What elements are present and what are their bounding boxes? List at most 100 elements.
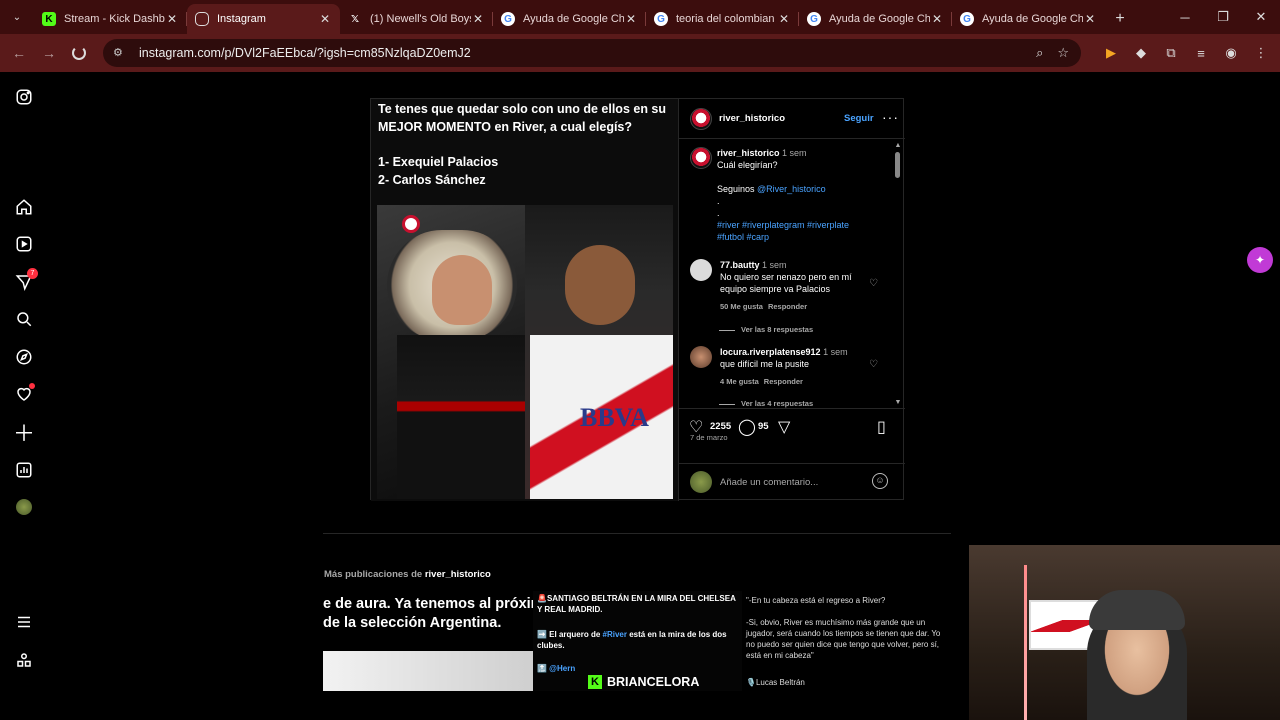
- save-bookmark-icon[interactable]: ▯: [877, 417, 886, 437]
- post-thumbnail[interactable]: "-En tu cabeza está el regreso a River? …: [742, 591, 951, 691]
- like-comment-heart-icon[interactable]: ♡: [869, 278, 878, 289]
- comments-scrollbar[interactable]: ▲ ▼: [894, 140, 902, 408]
- tab-google-1[interactable]: G Ayuda de Google Ch ✕: [493, 4, 646, 34]
- kick-username: BRIANCELORA: [607, 675, 700, 689]
- more-posts-heading: Más publicaciones de river_historico: [324, 569, 491, 580]
- comment-likes[interactable]: 4 Me gusta: [720, 377, 759, 386]
- restore-icon[interactable]: ❐: [1204, 0, 1242, 34]
- more-options-icon[interactable]: ···: [882, 109, 899, 125]
- close-tab-icon[interactable]: ✕: [624, 12, 638, 26]
- zoom-icon[interactable]: ⌕: [1036, 45, 1043, 61]
- notification-dot: [29, 383, 35, 389]
- like-comment-heart-icon[interactable]: ♡: [869, 359, 878, 370]
- share-icon[interactable]: ▽: [778, 417, 790, 437]
- close-window-icon[interactable]: ✕: [1242, 0, 1280, 34]
- instagram-logo-icon[interactable]: [14, 87, 34, 107]
- instagram-sidebar: 7 ＋: [0, 72, 48, 720]
- loading-icon[interactable]: [64, 38, 94, 68]
- reply-button[interactable]: Responder: [764, 377, 803, 386]
- post-dialog: Te tenes que quedar solo con uno de ello…: [370, 98, 905, 501]
- puzzle-icon[interactable]: ⧉: [1162, 44, 1180, 62]
- comment-avatar[interactable]: [690, 259, 712, 281]
- thumbnail-line: e de aura. Ya tenemos al próxim: [323, 596, 533, 612]
- instagram-icon: [195, 12, 209, 26]
- author-avatar[interactable]: [690, 108, 712, 130]
- close-tab-icon[interactable]: ✕: [1083, 12, 1097, 26]
- close-tab-icon[interactable]: ✕: [471, 12, 485, 26]
- thumbnail-line: 🔝 @Hern: [537, 664, 576, 673]
- tab-title: Ayuda de Google Ch: [523, 13, 624, 25]
- play-extension-icon[interactable]: ▶: [1102, 44, 1120, 62]
- comment-avatar[interactable]: [690, 346, 712, 368]
- scrollbar-thumb[interactable]: [895, 152, 900, 178]
- tab-google-3[interactable]: G Ayuda de Google Ch ✕: [799, 4, 952, 34]
- tab-title: (1) Newell's Old Boys: [370, 13, 471, 25]
- back-icon[interactable]: ←: [4, 38, 34, 68]
- notification-badge: 7: [27, 268, 38, 279]
- more-posts-username[interactable]: river_historico: [425, 569, 491, 580]
- new-tab-button[interactable]: +: [1105, 4, 1135, 34]
- extension-icon[interactable]: ◆: [1132, 44, 1150, 62]
- likes-count[interactable]: 2255: [710, 421, 731, 432]
- menu-dots-icon[interactable]: ⋮: [1252, 44, 1270, 62]
- caption-mention-link[interactable]: @River_historico: [757, 184, 826, 194]
- caption-hashtags[interactable]: #river #riverplategram #riverplate: [717, 219, 905, 231]
- follow-button[interactable]: Seguir: [844, 113, 874, 124]
- view-replies-link[interactable]: Ver las 8 respuestas: [719, 325, 813, 334]
- floating-extension-icon[interactable]: ✦: [1247, 247, 1273, 273]
- url-text: instagram.com/p/DVl2FaEEbca/?igsh=cm85Nz…: [139, 46, 471, 60]
- explore-icon[interactable]: [14, 347, 34, 367]
- dashboard-icon[interactable]: [14, 460, 34, 480]
- emoji-icon[interactable]: ☺: [872, 473, 888, 489]
- post-date: 7 de marzo: [690, 433, 728, 442]
- close-tab-icon[interactable]: ✕: [930, 12, 944, 26]
- comment-username[interactable]: 77.bautty: [720, 260, 760, 270]
- close-tab-icon[interactable]: ✕: [777, 12, 791, 26]
- search-icon[interactable]: [14, 309, 34, 329]
- menu-hamburger-icon[interactable]: [14, 612, 34, 632]
- tab-instagram[interactable]: Instagram ✕: [187, 4, 340, 34]
- tab-kick[interactable]: K Stream - Kick Dashb ✕: [34, 4, 187, 34]
- view-replies-link[interactable]: Ver las 4 respuestas: [719, 399, 813, 408]
- comments-panel: river_historico Seguir ··· river_histori…: [679, 99, 905, 501]
- tab-google-2[interactable]: G teoria del colombian ✕: [646, 4, 799, 34]
- kick-overlay: K BRIANCELORA: [588, 675, 699, 689]
- home-icon[interactable]: [14, 197, 34, 217]
- thumbnail-text: ➡️ El arquero de: [537, 630, 603, 639]
- comment-username[interactable]: locura.riverplatense912: [720, 347, 821, 357]
- notifications-heart-icon[interactable]: [14, 383, 35, 404]
- create-plus-icon[interactable]: ＋: [13, 421, 35, 446]
- comment-likes[interactable]: 50 Me gusta: [720, 302, 763, 311]
- reply-button[interactable]: Responder: [768, 302, 807, 311]
- profile-avatar[interactable]: [14, 497, 34, 517]
- tab-google-4[interactable]: G Ayuda de Google Ch ✕: [952, 4, 1105, 34]
- caption: river_historico 1 sem Cuál elegirían? Se…: [717, 147, 905, 243]
- bookmark-star-icon[interactable]: ☆: [1057, 45, 1069, 61]
- scroll-down-arrow-icon[interactable]: ▼: [894, 399, 902, 406]
- profile-icon[interactable]: ◉: [1222, 44, 1240, 62]
- close-tab-icon[interactable]: ✕: [165, 12, 179, 26]
- comment-text: No quiero ser nenazo pero en mí equipo s…: [720, 272, 852, 294]
- minimize-icon[interactable]: ─: [1166, 0, 1204, 34]
- post-thumbnail[interactable]: e de aura. Ya tenemos al próxim de la sel…: [323, 591, 533, 691]
- add-comment-input[interactable]: Añade un comentario...: [720, 477, 818, 488]
- messages-icon[interactable]: 7: [14, 268, 38, 292]
- close-tab-icon[interactable]: ✕: [318, 12, 332, 26]
- address-bar[interactable]: ⚙ instagram.com/p/DVl2FaEEbca/?igsh=cm85…: [103, 39, 1081, 67]
- reels-icon[interactable]: [14, 234, 34, 254]
- scroll-up-arrow-icon[interactable]: ▲: [894, 142, 902, 149]
- caption-avatar[interactable]: [690, 147, 712, 169]
- threads-apps-icon[interactable]: [14, 650, 34, 670]
- tab-x[interactable]: 𝕏 (1) Newell's Old Boys ✕: [340, 4, 493, 34]
- comment-icon[interactable]: ◯: [738, 417, 756, 437]
- author-username[interactable]: river_historico: [719, 113, 785, 124]
- media-icon[interactable]: ≡: [1192, 44, 1210, 62]
- instagram-page: 7 ＋ Te tenes que quedar solo con uno de …: [0, 72, 1280, 720]
- tab-search-chevron-icon[interactable]: ⌄: [0, 0, 34, 34]
- thumbnail-image: [323, 651, 533, 691]
- caption-hashtags[interactable]: #futbol #carp: [717, 231, 905, 243]
- caption-username[interactable]: river_historico: [717, 148, 780, 158]
- site-info-icon[interactable]: ⚙: [113, 46, 127, 60]
- forward-icon[interactable]: →: [34, 38, 64, 68]
- tab-title: teoria del colombian: [676, 13, 775, 25]
